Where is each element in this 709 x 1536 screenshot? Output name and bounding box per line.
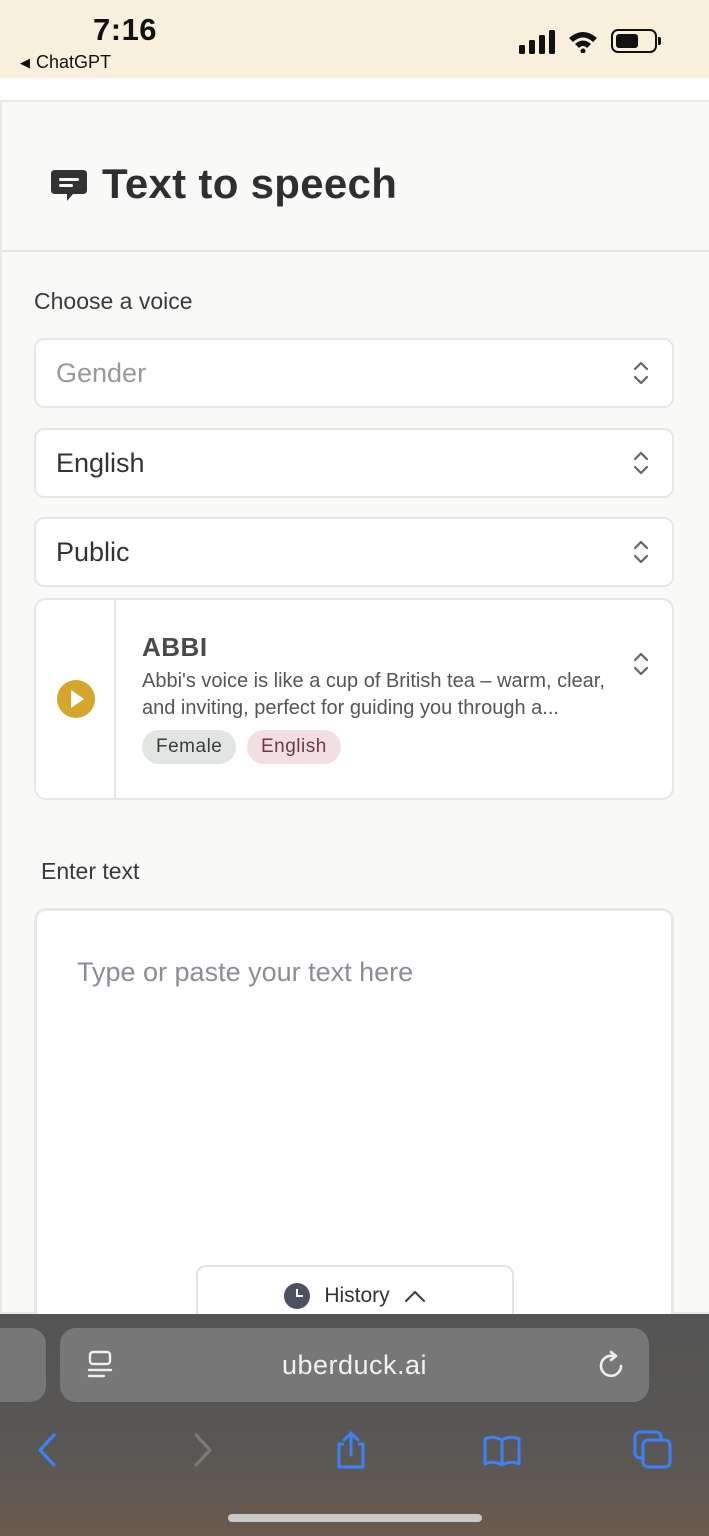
bookmarks-icon[interactable] <box>482 1430 522 1470</box>
status-time: 7:16 <box>93 12 158 47</box>
language-select[interactable]: English <box>34 428 674 498</box>
url-text: uberduck.ai <box>281 1349 428 1380</box>
visibility-select-value: Public <box>56 536 130 567</box>
back-triangle-icon: ◀ <box>20 54 30 70</box>
page-menu-icon[interactable] <box>86 1350 114 1380</box>
enter-text-label: Enter text <box>41 858 140 884</box>
card-header: Text to speech <box>2 102 709 252</box>
voice-tag-language: English <box>247 730 341 764</box>
home-indicator <box>228 1514 482 1522</box>
back-icon[interactable] <box>28 1430 68 1470</box>
page-content: Text to speech Choose a voice Gender Eng… <box>0 78 709 1328</box>
voice-tag-gender: Female <box>142 730 237 764</box>
choose-voice-label: Choose a voice <box>34 288 193 314</box>
battery-icon <box>611 29 661 53</box>
play-column <box>36 600 116 798</box>
play-icon[interactable] <box>57 680 95 718</box>
status-icons <box>519 28 661 54</box>
address-bar[interactable]: uberduck.ai <box>60 1328 649 1402</box>
voice-select-card[interactable]: ABBI Abbi's voice is like a cup of Briti… <box>34 598 674 800</box>
back-app-label: ChatGPT <box>36 52 112 72</box>
status-bar: 7:16 ◀ ChatGPT <box>0 0 709 78</box>
reload-icon[interactable] <box>597 1350 627 1380</box>
chevron-up-down-icon <box>633 652 649 676</box>
voice-name: ABBI <box>142 632 208 662</box>
forward-icon[interactable] <box>182 1430 222 1470</box>
browser-toolbar <box>0 1422 709 1482</box>
language-select-value: English <box>56 447 145 478</box>
history-label: History <box>324 1284 390 1307</box>
chevron-up-icon <box>404 1290 425 1303</box>
chevron-up-down-icon <box>633 451 649 475</box>
gender-select-value: Gender <box>56 357 147 388</box>
chevron-up-down-icon <box>633 361 649 385</box>
tabs-icon[interactable] <box>633 1430 673 1470</box>
previous-tab-peek[interactable] <box>0 1328 46 1402</box>
gender-select[interactable]: Gender <box>34 338 674 408</box>
clock-icon <box>284 1283 311 1309</box>
cellular-signal-icon <box>519 28 555 54</box>
speech-bubble-icon <box>51 170 87 201</box>
browser-chrome: uberduck.ai <box>0 1314 709 1536</box>
chevron-up-down-icon <box>633 540 649 564</box>
visibility-select[interactable]: Public <box>34 517 674 587</box>
page-title: Text to speech <box>102 160 398 207</box>
text-input-placeholder: Type or paste your text here <box>77 957 414 987</box>
wifi-icon <box>569 32 597 53</box>
share-icon[interactable] <box>331 1430 371 1470</box>
back-to-app-link[interactable]: ◀ ChatGPT <box>20 52 111 73</box>
voice-description: Abbi's voice is like a cup of British te… <box>142 670 605 719</box>
